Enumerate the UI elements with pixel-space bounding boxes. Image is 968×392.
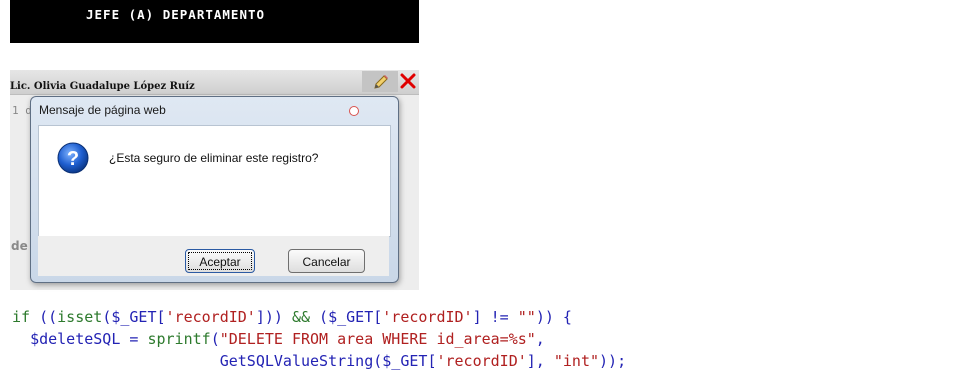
record-detail-text: 1 d [12, 104, 32, 117]
code-line-3: GetSQLValueString($_GET['recordID'], "in… [12, 350, 626, 372]
code-token: "" [517, 308, 536, 326]
code-token: $_GET [111, 308, 157, 326]
code-token: $_GET [382, 352, 428, 370]
code-token: && [291, 308, 311, 326]
code-token: 'recordID' [382, 308, 473, 326]
dialog-titlebar[interactable]: Mensaje de página web [31, 97, 398, 123]
confirm-dialog: Mensaje de página web ? ¿Esta seguro de … [30, 96, 399, 283]
pencil-icon[interactable] [372, 73, 390, 91]
code-token: 'recordID' [436, 352, 527, 370]
code-token: )); [599, 352, 627, 370]
record-panel-header: Lic. Olivia Guadalupe López Ruíz [10, 70, 419, 95]
code-line-2: $deleteSQL = sprintf("DELETE FROM area W… [12, 328, 626, 350]
record-name: Lic. Olivia Guadalupe López Ruíz [10, 81, 195, 92]
code-token: [ [156, 308, 166, 326]
code-token: ( [210, 330, 220, 348]
page-title: JEFE (A) DEPARTAMENTO [86, 7, 266, 22]
code-token: ] != [472, 308, 518, 326]
svg-text:?: ? [67, 148, 79, 170]
code-token: ], [526, 352, 554, 370]
code-block: if ((isset($_GET['recordID'])) && ($_GET… [12, 306, 626, 372]
code-token: , [535, 330, 545, 348]
code-token: (( [30, 308, 58, 326]
code-token: [ [373, 308, 383, 326]
code-token: GetSQLValueString [219, 352, 374, 370]
code-token: ( [310, 308, 329, 326]
dialog-content [38, 125, 391, 237]
dialog-title: Mensaje de página web [39, 103, 166, 117]
code-token: 'recordID' [165, 308, 256, 326]
accept-button[interactable]: Aceptar [185, 249, 255, 273]
code-token: )) { [535, 308, 572, 326]
code-token: if [12, 308, 31, 326]
cancel-button[interactable]: Cancelar [288, 249, 365, 273]
code-token: "DELETE FROM area WHERE id_area=%s" [219, 330, 536, 348]
code-token: = [120, 330, 148, 348]
code-token: isset [57, 308, 103, 326]
code-token: ])) [255, 308, 292, 326]
code-line-1: if ((isset($_GET['recordID'])) && ($_GET… [12, 306, 626, 328]
page-header: JEFE (A) DEPARTAMENTO [10, 0, 419, 43]
code-token: $_GET [328, 308, 374, 326]
delete-x-icon[interactable] [399, 72, 417, 90]
record-detail-label: de [11, 239, 28, 253]
code-token: sprintf [147, 330, 211, 348]
code-token: $deleteSQL [30, 330, 121, 348]
code-token: ( [373, 352, 383, 370]
code-token: "int" [553, 352, 600, 370]
code-token: ( [102, 308, 112, 326]
question-icon: ? [57, 142, 89, 174]
dialog-message: ¿Esta seguro de eliminar este registro? [109, 151, 319, 165]
close-icon[interactable] [349, 106, 359, 116]
